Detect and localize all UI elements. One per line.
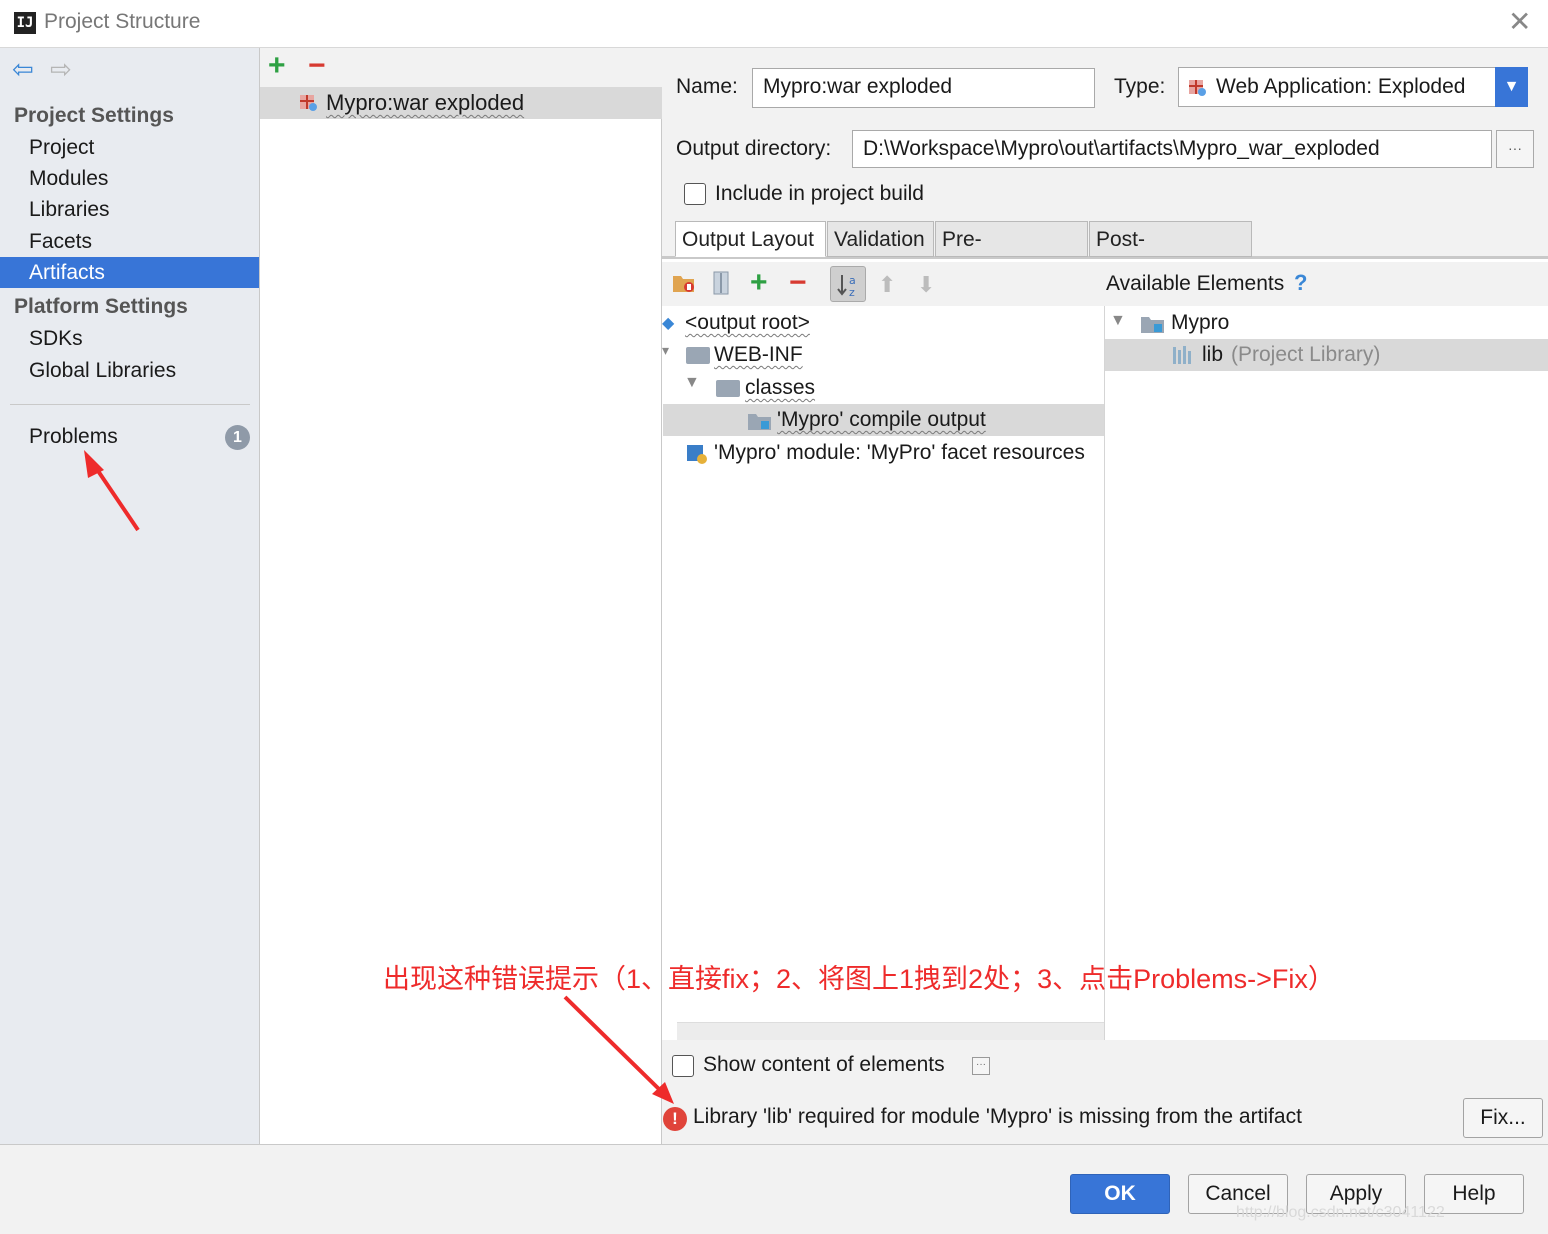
ok-button[interactable]: OK xyxy=(1070,1174,1170,1214)
annotation-arrows xyxy=(84,450,674,1104)
annotation-arrow-error xyxy=(563,995,666,1096)
watermark: http://blog.csdn.net/c3041122 xyxy=(1236,1204,1445,1221)
